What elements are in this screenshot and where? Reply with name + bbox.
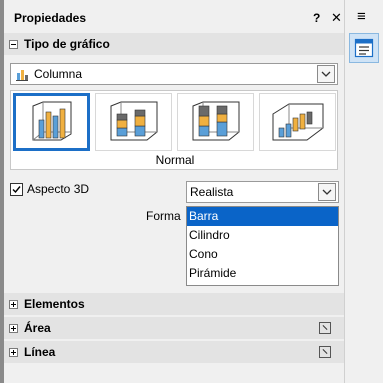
chart-type-combo[interactable]: Columna (10, 63, 338, 85)
aspect-3d-checkbox[interactable] (10, 182, 23, 196)
line-section-header[interactable]: Línea (4, 341, 344, 363)
variant-deep[interactable] (259, 93, 336, 151)
scheme-combo[interactable]: Realista (186, 181, 339, 203)
chart-type-section-header[interactable]: Tipo de gráfico (4, 33, 344, 55)
chevron-down-icon[interactable] (317, 65, 335, 83)
variant-label: Normal (155, 153, 195, 167)
properties-tab[interactable] (349, 33, 379, 63)
collapse-icon (9, 39, 18, 49)
shape-option-pyramid[interactable]: Pirámide (187, 264, 338, 283)
shape-option-cylinder[interactable]: Cilindro (187, 226, 338, 245)
chart-variant-gallery: Normal (10, 90, 338, 170)
area-section-title: Área (24, 321, 51, 335)
variant-percent-stacked[interactable] (177, 93, 254, 151)
aspect-3d-label: Aspecto 3D (27, 182, 90, 196)
panel-title: Propiedades (14, 11, 87, 25)
variant-normal[interactable] (13, 93, 90, 151)
deep-column-3d-icon (272, 103, 323, 141)
scheme-value: Realista (190, 185, 234, 199)
chevron-down-icon[interactable] (318, 183, 336, 201)
stacked-column-3d-icon (110, 101, 157, 141)
shape-option-cone[interactable]: Cono (187, 245, 338, 264)
more-options-icon[interactable] (319, 346, 331, 358)
percent-stacked-column-3d-icon (192, 101, 239, 141)
column-chart-icon (15, 67, 29, 81)
close-button[interactable]: ✕ (331, 10, 342, 26)
variant-stacked[interactable] (95, 93, 172, 151)
help-button[interactable]: ? (313, 11, 320, 25)
expand-icon (9, 347, 18, 357)
more-options-icon[interactable] (319, 322, 331, 334)
normal-column-3d-icon (32, 101, 71, 141)
shape-list[interactable]: Barra Cilindro Cono Pirámide (186, 206, 339, 286)
checkmark-icon (12, 185, 21, 193)
shape-label: Forma (146, 209, 181, 223)
area-section-header[interactable]: Área (4, 317, 344, 339)
line-section-title: Línea (24, 345, 56, 359)
expand-icon (9, 323, 18, 333)
elements-section-title: Elementos (24, 297, 85, 311)
elements-section-header[interactable]: Elementos (4, 293, 344, 315)
aspect-3d-checkbox-row[interactable]: Aspecto 3D (10, 182, 89, 196)
shape-option-bar[interactable]: Barra (187, 207, 338, 226)
chart-type-value: Columna (34, 67, 83, 81)
expand-icon (9, 299, 18, 309)
chart-type-section-title: Tipo de gráfico (24, 37, 110, 51)
sidebar-tabbar: ≡ (344, 0, 383, 383)
sidebar-menu-button[interactable]: ≡ (357, 8, 366, 25)
properties-icon (354, 38, 374, 58)
properties-panel: Propiedades ? ✕ Tipo de gráfico Columna (0, 0, 344, 383)
